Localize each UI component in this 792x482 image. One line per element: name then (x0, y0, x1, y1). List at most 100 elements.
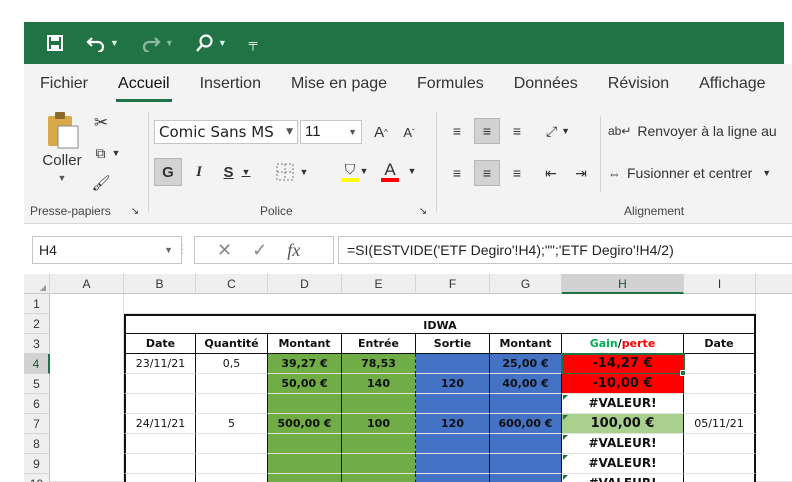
cell-d10[interactable] (268, 474, 342, 482)
font-name-dropdown-icon[interactable]: ▼ (286, 121, 293, 143)
column-header-d[interactable]: D (268, 274, 342, 294)
decrease-indent-icon[interactable]: ⇤ (538, 160, 564, 186)
header-date[interactable]: Date (124, 334, 196, 354)
align-center-icon[interactable]: ≡ (474, 160, 500, 186)
cell-c7[interactable]: 5 (196, 414, 268, 434)
column-header-h[interactable]: H (562, 274, 684, 294)
cell-i5[interactable] (684, 374, 756, 394)
font-size-dropdown-icon[interactable]: ▼ (348, 121, 357, 143)
insert-function-icon[interactable]: fx (287, 240, 300, 261)
search-icon[interactable]: ▼ (195, 34, 227, 52)
tab-accueil[interactable]: Accueil (102, 64, 184, 104)
cell-e6[interactable] (342, 394, 416, 414)
orientation-button[interactable]: ⤢ ▼ (538, 118, 578, 144)
table-title[interactable]: IDWA (124, 314, 756, 334)
cell-g5[interactable]: 40,00 € (490, 374, 562, 394)
header-gain-perte[interactable]: Gain/perte (562, 334, 684, 354)
cell-f6[interactable] (416, 394, 490, 414)
cell-i10[interactable] (684, 474, 756, 482)
customize-icon[interactable]: ╤ (249, 36, 258, 50)
cell-d6[interactable] (268, 394, 342, 414)
row-header-2[interactable]: 2 (24, 314, 50, 334)
cell-b6[interactable] (124, 394, 196, 414)
cell-g6[interactable] (490, 394, 562, 414)
cell-b8[interactable] (124, 434, 196, 454)
cell-h7[interactable]: 100,00 € (562, 414, 684, 434)
cell-f9[interactable] (416, 454, 490, 474)
italic-button[interactable]: I (188, 158, 210, 186)
cell-b4[interactable]: 23/11/21 (124, 354, 196, 374)
underline-dropdown-icon[interactable]: ▼ (242, 167, 251, 177)
column-header-e[interactable]: E (342, 274, 416, 294)
column-header-g[interactable]: G (490, 274, 562, 294)
cell-i8[interactable] (684, 434, 756, 454)
cell-g9[interactable] (490, 454, 562, 474)
header-montant[interactable]: Montant (268, 334, 342, 354)
cell-f10[interactable] (416, 474, 490, 482)
cell-d9[interactable] (268, 454, 342, 474)
font-size-select[interactable]: 11 ▼ (300, 120, 362, 144)
cell-i9[interactable] (684, 454, 756, 474)
tab-affichage[interactable]: Affichage (683, 64, 779, 104)
cell-e7[interactable]: 100 (342, 414, 416, 434)
cell-i7[interactable]: 05/11/21 (684, 414, 756, 434)
cell-g10[interactable] (490, 474, 562, 482)
cell-h10[interactable]: #VALEUR! (562, 474, 684, 482)
cell-h5[interactable]: -10,00 € (562, 374, 684, 394)
header-sortie[interactable]: Sortie (416, 334, 490, 354)
cell-d5[interactable]: 50,00 € (268, 374, 342, 394)
name-box[interactable]: H4 ▼ (32, 236, 182, 264)
bold-button[interactable]: G (154, 158, 182, 186)
row-header-1[interactable]: 1 (24, 294, 50, 314)
cell-d7[interactable]: 500,00 € (268, 414, 342, 434)
merge-center-button[interactable]: ⇔ Fusionner et centrer ▼ (608, 160, 792, 186)
name-box-dropdown-icon[interactable]: ▼ (164, 237, 173, 263)
cancel-icon[interactable]: ✕ (217, 240, 232, 261)
cell-e9[interactable] (342, 454, 416, 474)
cell-b5[interactable] (124, 374, 196, 394)
cell-c4[interactable]: 0,5 (196, 354, 268, 374)
column-header-i[interactable]: I (684, 274, 756, 294)
cell-e10[interactable] (342, 474, 416, 482)
undo-icon[interactable]: ▼ (86, 34, 119, 52)
cell-d8[interactable] (268, 434, 342, 454)
row-header-6[interactable]: 6 (24, 394, 50, 414)
cell-c6[interactable] (196, 394, 268, 414)
redo-dropdown-icon[interactable]: ▼ (165, 38, 174, 48)
fill-handle[interactable] (680, 370, 686, 376)
cell-e8[interactable] (342, 434, 416, 454)
tab-formules[interactable]: Formules (401, 64, 498, 104)
cell-c8[interactable] (196, 434, 268, 454)
undo-dropdown-icon[interactable]: ▼ (110, 38, 119, 48)
column-header-c[interactable]: C (196, 274, 268, 294)
column-header-a[interactable]: A (50, 274, 124, 294)
align-top-icon[interactable]: ≡ (444, 118, 470, 144)
cell-e5[interactable]: 140 (342, 374, 416, 394)
borders-dropdown-icon[interactable]: ▼ (300, 167, 309, 177)
save-icon[interactable] (46, 34, 64, 52)
column-header-f[interactable]: F (416, 274, 490, 294)
formula-input[interactable]: =SI(ESTVIDE('ETF Degiro'!H4);"";'ETF Deg… (338, 236, 792, 264)
header-montant-2[interactable]: Montant (490, 334, 562, 354)
cell-b10[interactable] (124, 474, 196, 482)
underline-button[interactable]: S ▼ (216, 158, 258, 186)
cell-i6[interactable] (684, 394, 756, 414)
cell-f4[interactable] (416, 354, 490, 374)
shrink-font-button[interactable]: Aˇ (398, 120, 420, 144)
row-header-3[interactable]: 3 (24, 334, 50, 354)
paste-dropdown-icon[interactable]: ▼ (58, 173, 67, 183)
row-header-7[interactable]: 7 (24, 414, 50, 434)
header-entree[interactable]: Entrée (342, 334, 416, 354)
row-header-5[interactable]: 5 (24, 374, 50, 394)
cell-f5[interactable]: 120 (416, 374, 490, 394)
copy-icon[interactable]: ⧉ ▼ (88, 142, 128, 164)
row-header-10[interactable]: 10 (24, 474, 50, 482)
confirm-icon[interactable]: ✓ (252, 240, 267, 261)
font-name-select[interactable]: Comic Sans MS ▼ (154, 120, 298, 144)
cell-g7[interactable]: 600,00 € (490, 414, 562, 434)
align-bottom-icon[interactable]: ≡ (504, 118, 530, 144)
select-all-corner[interactable]: ◢ (24, 274, 50, 294)
cell[interactable] (124, 294, 756, 314)
clipboard-launcher-icon[interactable]: ↘ (128, 204, 142, 218)
cell[interactable] (50, 294, 124, 482)
